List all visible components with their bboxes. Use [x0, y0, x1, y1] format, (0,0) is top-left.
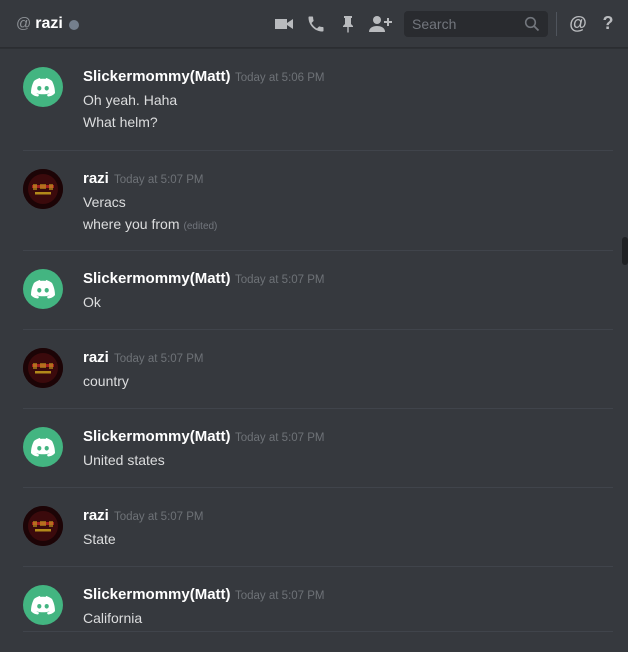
message-timestamp: Today at 5:07 PM	[235, 274, 325, 286]
message-author[interactable]: Slickermommy(Matt)	[83, 428, 231, 445]
search-box[interactable]	[404, 11, 548, 37]
message-author[interactable]: Slickermommy(Matt)	[83, 270, 231, 287]
discord-logo-icon[interactable]	[23, 269, 63, 309]
message-list: Slickermommy(Matt) Today at 5:06 PM Oh y…	[0, 49, 628, 652]
mention-icon[interactable]: @	[568, 13, 588, 33]
message-timestamp: Today at 5:07 PM	[114, 353, 204, 365]
message-text: country	[83, 373, 129, 389]
scrollbar-thumb[interactable]	[622, 237, 628, 265]
message-group: razi Today at 5:07 PM country	[0, 330, 628, 409]
message-group: Slickermommy(Matt) Today at 5:06 PM Oh y…	[0, 49, 628, 151]
discord-logo-icon[interactable]	[23, 67, 63, 107]
message-timestamp: Today at 5:07 PM	[235, 590, 325, 602]
message-timestamp: Today at 5:07 PM	[235, 432, 325, 444]
message-timestamp: Today at 5:07 PM	[114, 174, 204, 186]
message-text: Veracs	[83, 194, 126, 210]
message-group: Slickermommy(Matt) Today at 5:07 PM Ok	[0, 251, 628, 330]
razi-avatar[interactable]	[23, 169, 63, 209]
add-friend-icon[interactable]	[368, 14, 392, 34]
message-group: Slickermommy(Matt) Today at 5:07 PM Unit…	[0, 409, 628, 488]
message-author[interactable]: Slickermommy(Matt)	[83, 586, 231, 603]
razi-avatar[interactable]	[23, 506, 63, 546]
message-divider	[23, 631, 613, 632]
voice-call-icon[interactable]	[306, 14, 326, 34]
message-timestamp: Today at 5:06 PM	[235, 72, 325, 84]
discord-logo-icon[interactable]	[23, 585, 63, 625]
message-group: razi Today at 5:07 PM Veracs where you f…	[0, 151, 628, 251]
message-text: Ok	[83, 294, 101, 310]
message-timestamp: Today at 5:07 PM	[114, 511, 204, 523]
message-group: razi Today at 5:07 PM State	[0, 488, 628, 567]
razi-avatar[interactable]	[23, 348, 63, 388]
message-text: where you from (edited)	[83, 216, 217, 232]
message-text: What helm?	[83, 114, 158, 130]
video-call-icon[interactable]	[274, 14, 294, 34]
message-group: Slickermommy(Matt) Today at 5:07 PM Cali…	[0, 567, 628, 652]
message-text: California	[83, 610, 143, 626]
message-author[interactable]: razi	[83, 170, 109, 187]
message-author[interactable]: razi	[83, 349, 109, 366]
toolbar-divider	[556, 12, 557, 36]
help-icon[interactable]: ?	[598, 13, 618, 33]
search-input[interactable]	[410, 11, 524, 37]
message-text: Oh yeah. Haha	[83, 92, 178, 108]
pin-icon[interactable]	[338, 14, 358, 34]
message-text-content: where you from	[83, 216, 180, 232]
message-text: State	[83, 531, 116, 547]
message-author[interactable]: Slickermommy(Matt)	[83, 68, 231, 85]
header-toolbar: @ ?	[0, 0, 628, 48]
search-icon[interactable]	[524, 16, 540, 32]
discord-logo-icon[interactable]	[23, 427, 63, 467]
edited-label: (edited)	[183, 221, 218, 232]
message-author[interactable]: razi	[83, 507, 109, 524]
message-text: United states	[83, 452, 165, 468]
